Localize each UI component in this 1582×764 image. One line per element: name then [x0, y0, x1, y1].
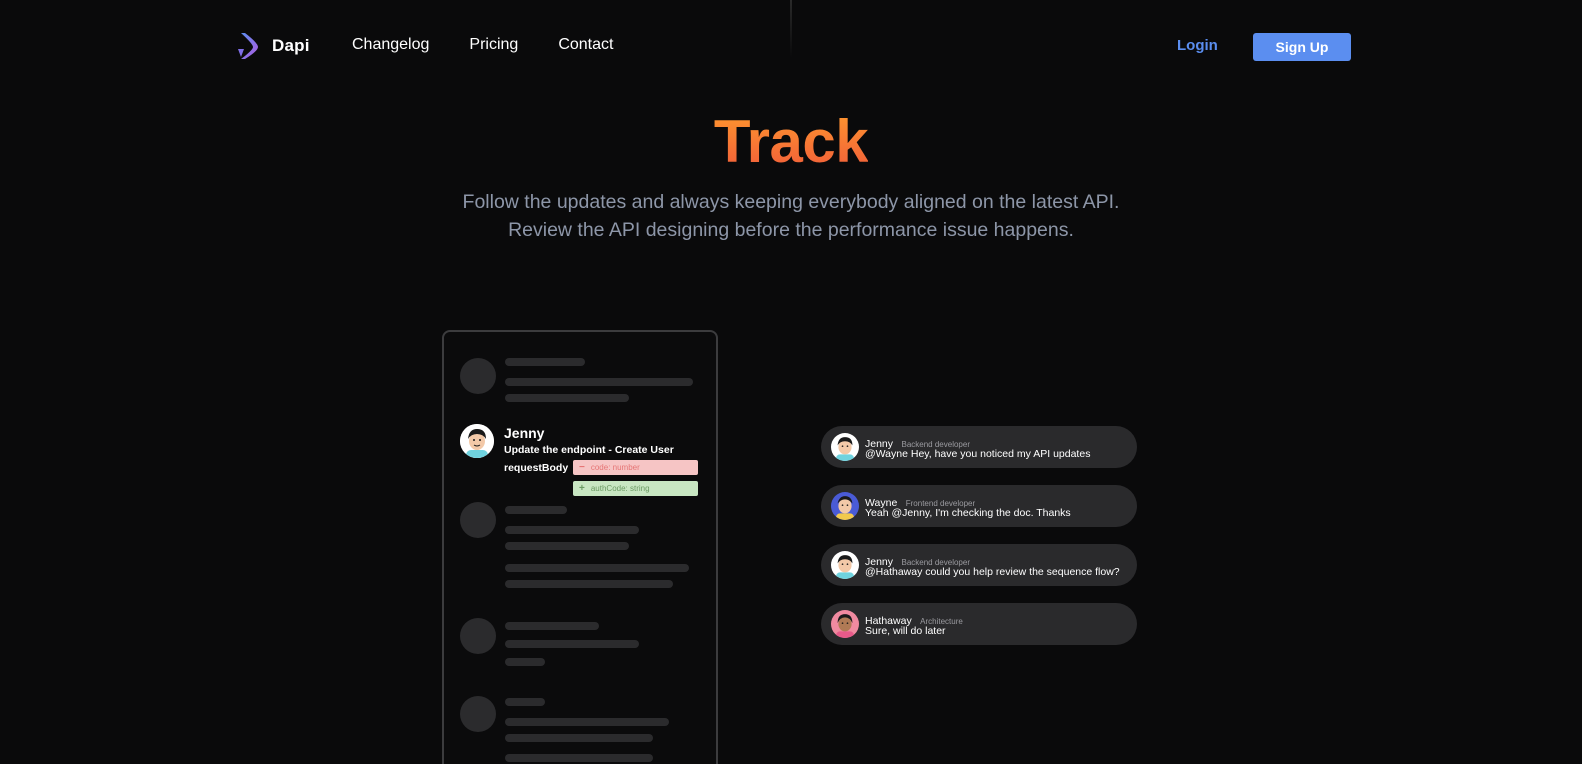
chat-message: Jenny Backend developer @Hathaway could …: [821, 544, 1137, 586]
placeholder-line: [505, 378, 693, 386]
chevron-logo-icon: [238, 33, 258, 59]
diff-added-text: authCode: string: [590, 484, 650, 493]
chat-text: @Wayne Hey, have you noticed my API upda…: [865, 448, 1091, 460]
chat-text: Sure, will do later: [865, 625, 946, 637]
placeholder-line: [505, 506, 567, 514]
placeholder-line: [505, 622, 599, 630]
placeholder-line: [505, 394, 629, 402]
login-link[interactable]: Login: [1177, 37, 1218, 54]
diff-removed: − code: number: [573, 460, 698, 475]
placeholder-line: [505, 734, 653, 742]
activity-feed-mockup: Jenny Update the endpoint - Create User …: [442, 330, 718, 764]
chat-text: @Hathaway could you help review the sequ…: [865, 566, 1120, 578]
nav-links: Changelog Pricing Contact: [352, 36, 613, 54]
placeholder-line: [505, 698, 545, 706]
placeholder-line: [505, 658, 545, 666]
hero-subtitle: Follow the updates and always keeping ev…: [0, 188, 1582, 244]
placeholder-line: [505, 640, 639, 648]
feed-message: Update the endpoint - Create User: [504, 444, 674, 456]
logo-link[interactable]: Dapi: [236, 31, 310, 61]
placeholder-line: [505, 564, 689, 572]
placeholder-avatar: [460, 358, 496, 394]
minus-icon: −: [579, 462, 585, 473]
jenny-avatar-icon: [460, 424, 494, 458]
top-nav: Dapi Changelog Pricing Contact Login Sig…: [0, 0, 1582, 92]
placeholder-line: [505, 580, 673, 588]
wayne-avatar-icon: [831, 492, 859, 520]
placeholder-line: [505, 526, 639, 534]
hero-subtitle-line-1: Follow the updates and always keeping ev…: [462, 191, 1120, 213]
placeholder-line: [505, 542, 629, 550]
jenny-avatar-icon: [831, 433, 859, 461]
nav-link-pricing[interactable]: Pricing: [469, 36, 518, 54]
page: Dapi Changelog Pricing Contact Login Sig…: [0, 0, 1582, 764]
diff-added: + authCode: string: [573, 481, 698, 496]
signup-button[interactable]: Sign Up: [1253, 33, 1351, 61]
brand-name: Dapi: [272, 36, 310, 55]
hero-title-text: Track: [713, 108, 869, 175]
placeholder-line: [505, 358, 585, 366]
chat-message: Hathaway Architecture Sure, will do late…: [821, 603, 1137, 645]
hero-subtitle-line-2: Review the API designing before the perf…: [508, 219, 1074, 241]
nav-link-contact[interactable]: Contact: [558, 36, 613, 54]
hathaway-avatar-icon: [831, 610, 859, 638]
placeholder-avatar: [460, 502, 496, 538]
placeholder-avatar: [460, 696, 496, 732]
feed-user-name: Jenny: [504, 425, 545, 441]
placeholder-line: [505, 718, 669, 726]
diff-removed-text: code: number: [590, 463, 640, 472]
jenny-avatar-icon: [831, 551, 859, 579]
feed-field-label: requestBody: [504, 462, 569, 474]
hero-title: Track: [0, 107, 1582, 176]
placeholder-avatar: [460, 618, 496, 654]
chat-text: Yeah @Jenny, I'm checking the doc. Thank…: [865, 507, 1071, 519]
chat-message: Wayne Frontend developer Yeah @Jenny, I'…: [821, 485, 1137, 527]
nav-link-changelog[interactable]: Changelog: [352, 36, 429, 54]
chat-message: Jenny Backend developer @Wayne Hey, have…: [821, 426, 1137, 468]
plus-icon: +: [579, 483, 585, 494]
placeholder-line: [505, 754, 653, 762]
